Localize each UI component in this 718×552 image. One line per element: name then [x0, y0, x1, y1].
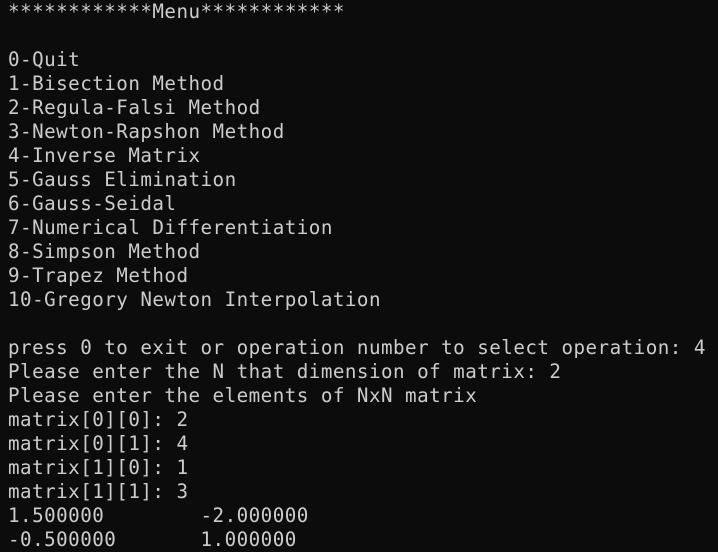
dimension-prompt: Please enter the N that dimension of mat… — [8, 360, 562, 383]
matrix-input-line: matrix[1][0]: 1 — [8, 456, 189, 479]
menu-item-gauss-elimination: 5-Gauss Elimination — [8, 168, 237, 191]
menu-item-inverse-matrix: 4-Inverse Matrix — [8, 144, 201, 167]
result-row: -0.500000 1.000000 — [8, 528, 297, 551]
result-row: 1.500000 -2.000000 — [8, 504, 309, 527]
menu-item-simpson: 8-Simpson Method — [8, 240, 201, 263]
matrix-input-line: matrix[0][1]: 4 — [8, 432, 189, 455]
menu-item-gauss-seidal: 6-Gauss-Seidal — [8, 192, 177, 215]
menu-item-quit: 0-Quit — [8, 48, 81, 71]
operation-prompt: press 0 to exit or operation number to s… — [8, 336, 706, 359]
menu-item-bisection: 1-Bisection Method — [8, 72, 225, 95]
menu-item-numerical-differentiation: 7-Numerical Differentiation — [8, 216, 333, 239]
elements-prompt: Please enter the elements of NxN matrix — [8, 384, 478, 407]
menu-item-trapez: 9-Trapez Method — [8, 264, 189, 287]
menu-item-newton-raphson: 3-Newton-Rapshon Method — [8, 120, 285, 143]
matrix-input-line: matrix[0][0]: 2 — [8, 408, 189, 431]
matrix-input-line: matrix[1][1]: 3 — [8, 480, 189, 503]
console-window[interactable]: ************Menu************ 0-Quit 1-Bi… — [0, 0, 718, 552]
menu-item-regula-falsi: 2-Regula-Falsi Method — [8, 96, 261, 119]
menu-header: ************Menu************ — [8, 0, 345, 23]
menu-item-gregory-newton: 10-Gregory Newton Interpolation — [8, 288, 381, 311]
